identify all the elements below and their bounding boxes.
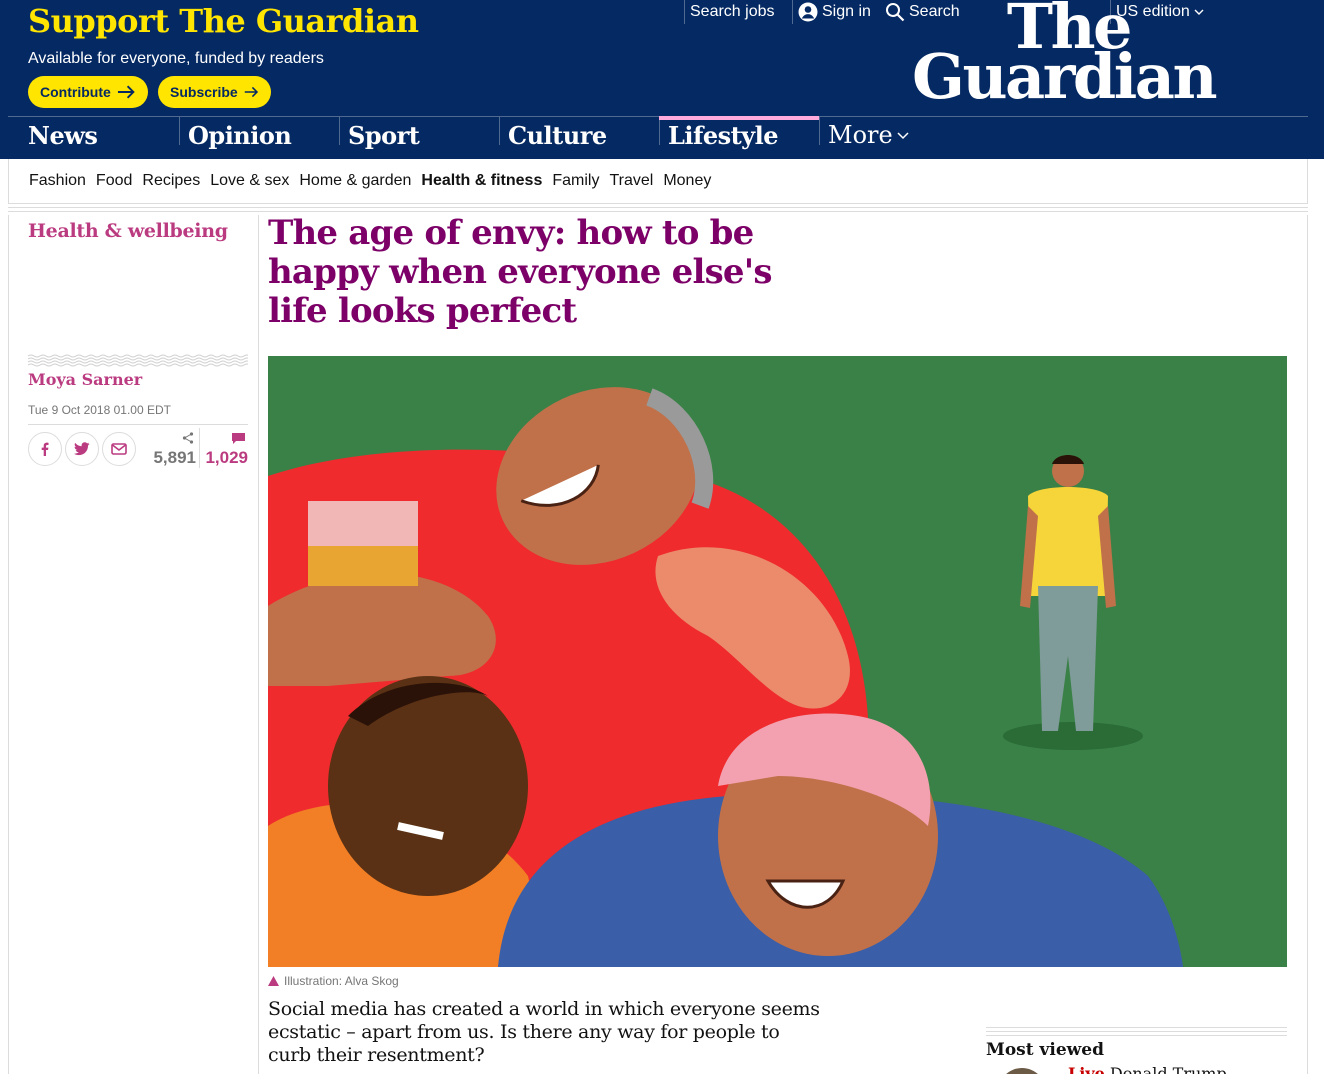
arrow-right-icon <box>117 85 135 99</box>
triangle-icon <box>268 976 279 986</box>
share-count-value: 5,891 <box>153 448 196 467</box>
pillar-news[interactable]: News <box>8 117 168 159</box>
frame-border <box>8 215 9 1074</box>
more-label: More <box>828 121 893 149</box>
most-viewed-item-text: Donald Trump <box>1109 1064 1227 1074</box>
comment-count[interactable]: 1,029 <box>200 432 248 468</box>
hero-illustration-art <box>268 356 1287 967</box>
search-jobs-link[interactable]: Search jobs <box>690 0 775 24</box>
squiggle-divider <box>28 354 248 367</box>
pillar-culture[interactable]: Culture <box>488 117 648 159</box>
subnav-item-family[interactable]: Family <box>552 172 599 190</box>
contribute-label: Contribute <box>40 84 111 100</box>
comment-count-value: 1,029 <box>205 448 248 467</box>
guardian-logo[interactable]: The Guardian <box>912 0 1218 113</box>
support-title: Support The Guardian <box>28 2 419 40</box>
subnav-item-fashion[interactable]: Fashion <box>29 172 86 190</box>
author-byline[interactable]: Moya Sarner <box>28 370 142 389</box>
subnav-item-food[interactable]: Food <box>96 172 132 190</box>
subnav-item-health-fitness[interactable]: Health & fitness <box>421 172 542 190</box>
most-viewed-item[interactable]: Live Donald Trump <box>1068 1064 1227 1074</box>
column-divider <box>258 215 259 1074</box>
subnav-item-home-garden[interactable]: Home & garden <box>299 172 411 190</box>
support-subtitle: Available for everyone, funded by reader… <box>28 50 324 67</box>
subscribe-label: Subscribe <box>170 84 238 100</box>
standfirst: Social media has created a world in whic… <box>268 998 820 1066</box>
top-link-divider <box>792 0 793 24</box>
pillar-opinion[interactable]: Opinion <box>168 117 328 159</box>
subnav-item-travel[interactable]: Travel <box>609 172 653 190</box>
subnav-item-money[interactable]: Money <box>663 172 711 190</box>
caption-text: Illustration: Alva Skog <box>284 974 399 988</box>
share-facebook-button[interactable] <box>28 432 62 466</box>
most-viewed-rules <box>986 1027 1287 1037</box>
image-caption: Illustration: Alva Skog <box>268 974 399 988</box>
pillar-nav: News Opinion Sport Culture Lifestyle Mor… <box>8 116 1308 159</box>
arrow-right-icon <box>244 86 258 98</box>
pillar-lifestyle[interactable]: Lifestyle <box>659 116 819 159</box>
user-icon <box>798 2 818 22</box>
section-label[interactable]: Health & wellbeing <box>28 220 228 242</box>
lifestyle-subnav: Fashion Food Recipes Love & sex Home & g… <box>8 159 1308 203</box>
contribute-button[interactable]: Contribute <box>28 76 148 108</box>
share-email-button[interactable] <box>102 432 136 466</box>
chevron-down-icon <box>897 132 909 140</box>
share-twitter-button[interactable] <box>65 432 99 466</box>
publish-date: Tue 9 Oct 2018 01.00 EDT <box>28 403 171 417</box>
share-rule <box>28 424 248 425</box>
pillar-sport[interactable]: Sport <box>328 117 488 159</box>
subnav-item-love-sex[interactable]: Love & sex <box>210 172 289 190</box>
logo-line-2: Guardian <box>912 40 1218 113</box>
share-icon <box>182 432 194 444</box>
masthead: Support The Guardian Available for every… <box>0 0 1324 159</box>
pillar-divider <box>819 117 820 145</box>
more-menu-button[interactable]: More <box>828 121 909 149</box>
search-jobs-label: Search jobs <box>690 3 775 20</box>
hero-illustration <box>268 356 1287 967</box>
most-viewed-thumbnail[interactable] <box>998 1068 1046 1074</box>
most-viewed-title: Most viewed <box>986 1040 1104 1060</box>
email-icon <box>111 443 127 455</box>
subscribe-button[interactable]: Subscribe <box>158 76 271 108</box>
subnav-item-recipes[interactable]: Recipes <box>142 172 200 190</box>
top-link-divider <box>684 0 685 24</box>
search-icon <box>886 3 905 22</box>
frame-border <box>1307 215 1308 1074</box>
article-headline: The age of envy: how to be happy when ev… <box>268 213 773 331</box>
live-badge: Live <box>1068 1064 1105 1074</box>
comment-icon <box>232 433 245 444</box>
sign-in-link[interactable]: Sign in <box>798 0 871 24</box>
twitter-icon <box>74 442 90 456</box>
share-count: 5,891 <box>150 432 196 468</box>
sign-in-label: Sign in <box>822 3 871 20</box>
facebook-icon <box>41 442 49 456</box>
